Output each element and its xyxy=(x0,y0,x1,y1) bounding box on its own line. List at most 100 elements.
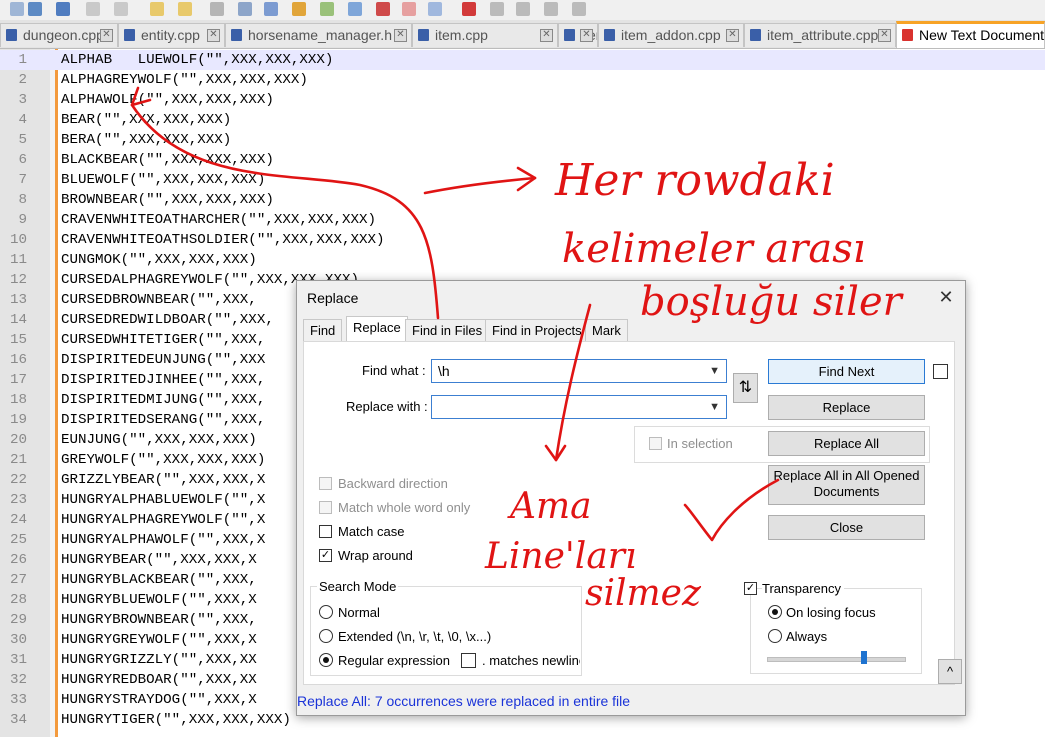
line-number: 9 xyxy=(18,212,27,228)
monitor-icon[interactable] xyxy=(428,2,442,16)
always-label: Always xyxy=(786,629,828,644)
tab-entity-cpp[interactable]: entity.cpp ✕ xyxy=(118,23,225,47)
match-whole-word-label: Match whole word only xyxy=(338,500,471,515)
close-button[interactable]: Close xyxy=(768,515,925,540)
indent-guide-icon[interactable] xyxy=(210,2,224,16)
always-radio[interactable] xyxy=(768,629,782,643)
line-number: 5 xyxy=(18,132,27,148)
transparency-slider-thumb[interactable] xyxy=(861,651,867,664)
swap-find-replace-button[interactable]: ⇅ xyxy=(733,373,758,403)
find-next-button[interactable]: Find Next xyxy=(768,359,925,384)
wrap-around-checkbox[interactable]: ✓ xyxy=(319,549,332,562)
line-number: 18 xyxy=(9,392,27,408)
replace-with-input[interactable]: ▼ xyxy=(431,395,727,419)
replace-button[interactable]: Replace xyxy=(768,395,925,420)
normal-radio[interactable] xyxy=(319,605,333,619)
tab-find-in-projects[interactable]: Find in Projects xyxy=(485,319,589,341)
save-icon[interactable] xyxy=(56,2,70,16)
file-icon xyxy=(564,29,575,41)
editor-line[interactable]: 11 CUNGMOK("",XXX,XXX,XXX) xyxy=(0,250,1045,270)
paragraph-icon[interactable] xyxy=(238,2,252,16)
bookmark-icon[interactable] xyxy=(320,2,334,16)
replace-all-button[interactable]: Replace All xyxy=(768,431,925,456)
line-text: HUNGRYGRIZZLY("",XXX,XX xyxy=(61,652,257,668)
editor-line[interactable]: 10 CRAVENWHITEOATHSOLDIER("",XXX,XXX,XXX) xyxy=(0,230,1045,250)
extended-radio[interactable] xyxy=(319,629,333,643)
find-what-input[interactable]: \h ▼ xyxy=(431,359,727,383)
tab-label: New Text Document.t xyxy=(919,27,1045,43)
tab-close-icon[interactable]: ✕ xyxy=(540,29,553,42)
word-wrap-icon[interactable] xyxy=(178,2,192,16)
tab-close-icon[interactable]: ✕ xyxy=(100,29,113,42)
line-number: 23 xyxy=(9,492,27,508)
in-selection-checkbox[interactable] xyxy=(649,437,662,450)
line-number: 28 xyxy=(9,592,27,608)
play-macro-icon[interactable] xyxy=(516,2,530,16)
editor-line[interactable]: 3 ALPHAWOLF("",XXX,XXX,XXX) xyxy=(0,90,1045,110)
line-text: CRAVENWHITEOATHARCHER("",XXX,XXX,XXX) xyxy=(61,212,377,228)
line-text: HUNGRYGREYWOLF("",XXX,X xyxy=(61,632,257,648)
line-text: HUNGRYSTRAYDOG("",XXX,X xyxy=(61,692,257,708)
tab-label: horsename_manager.h xyxy=(248,27,392,43)
record-macro-icon[interactable] xyxy=(462,2,476,16)
tab-close-icon[interactable]: ✕ xyxy=(726,29,739,42)
transparency-slider[interactable] xyxy=(767,657,906,662)
close-icon[interactable]: ✕ xyxy=(937,288,955,306)
zoom-in-icon[interactable] xyxy=(86,2,100,16)
chevron-up-icon: ^ xyxy=(946,664,954,679)
tab-close-icon[interactable]: ✕ xyxy=(580,29,593,42)
tab-item-cpp[interactable]: item.cpp ✕ xyxy=(412,23,558,47)
chevron-down-icon[interactable]: ▼ xyxy=(709,396,720,418)
editor-line[interactable]: 4 BEAR("",XXX,XXX,XXX) xyxy=(0,110,1045,130)
tab-item-h[interactable]: item.h✕ xyxy=(558,23,598,47)
line-text: HUNGRYBROWNBEAR("",XXX, xyxy=(61,612,257,628)
new-file-icon[interactable] xyxy=(10,2,24,16)
highlight-icon[interactable] xyxy=(292,2,306,16)
all-chars-icon[interactable] xyxy=(264,2,278,16)
editor-line[interactable]: 9 CRAVENWHITEOATHARCHER("",XXX,XXX,XXX) xyxy=(0,210,1045,230)
collapse-dialog-button[interactable]: ^ xyxy=(938,659,962,684)
backward-direction-checkbox[interactable] xyxy=(319,477,332,490)
function-list-icon[interactable] xyxy=(376,2,390,16)
regular-expression-radio[interactable] xyxy=(319,653,333,667)
replace-panel: Find what : \h ▼ Replace with : ▼ ⇅ Find… xyxy=(303,341,955,685)
match-case-checkbox[interactable] xyxy=(319,525,332,538)
run-macro-icon[interactable] xyxy=(544,2,558,16)
match-whole-word-checkbox[interactable] xyxy=(319,501,332,514)
folder-workspace-icon[interactable] xyxy=(402,2,416,16)
chevron-down-icon[interactable]: ▼ xyxy=(709,360,720,382)
open-file-icon[interactable] xyxy=(28,2,42,16)
editor-line[interactable]: 8 BROWNBEAR("",XXX,XXX,XXX) xyxy=(0,190,1045,210)
tab-close-icon[interactable]: ✕ xyxy=(207,29,220,42)
tab-item-addon-cpp[interactable]: item_addon.cpp ✕ xyxy=(598,23,744,47)
tab-dungeon-cpp[interactable]: dungeon.cpp ✕ xyxy=(0,23,118,47)
editor-line[interactable]: 2 ALPHAGREYWOLF("",XXX,XXX,XXX) xyxy=(0,70,1045,90)
line-text: ALPHAWOLF("",XXX,XXX,XXX) xyxy=(61,92,274,108)
line-number: 31 xyxy=(9,652,27,668)
transparency-checkbox[interactable]: ✓ xyxy=(744,582,757,595)
tab-close-icon[interactable]: ✕ xyxy=(878,29,891,42)
tab-new-text-document-t[interactable]: New Text Document.t xyxy=(896,21,1045,48)
dot-matches-newline-label: . matches newline xyxy=(482,653,580,668)
editor-line[interactable]: 7 BLUEWOLF("",XXX,XXX,XXX) xyxy=(0,170,1045,190)
zoom-out-icon[interactable] xyxy=(114,2,128,16)
document-map-icon[interactable] xyxy=(348,2,362,16)
stop-macro-icon[interactable] xyxy=(490,2,504,16)
sync-scroll-icon[interactable] xyxy=(150,2,164,16)
tab-find[interactable]: Find xyxy=(303,319,343,341)
tab-mark[interactable]: Mark xyxy=(585,319,628,341)
tab-find-in-files[interactable]: Find in Files xyxy=(405,319,490,341)
on-losing-focus-radio[interactable] xyxy=(768,605,782,619)
editor-line[interactable]: 5 BERA("",XXX,XXX,XXX) xyxy=(0,130,1045,150)
dot-matches-newline-checkbox[interactable] xyxy=(461,653,476,668)
replace-all-opened-button[interactable]: Replace All in All Opened Documents xyxy=(768,465,925,505)
editor-line[interactable]: 6 BLACKBEAR("",XXX,XXX,XXX) xyxy=(0,150,1045,170)
editor-line[interactable]: 1 ALPHAB LUEWOLF("",XXX,XXX,XXX) xyxy=(0,50,1045,70)
line-text: EUNJUNG("",XXX,XXX,XXX) xyxy=(61,432,257,448)
find-next-option-checkbox[interactable] xyxy=(933,364,948,379)
tab-item-attribute-cpp[interactable]: item_attribute.cpp ✕ xyxy=(744,23,896,47)
save-macro-icon[interactable] xyxy=(572,2,586,16)
tab-replace[interactable]: Replace xyxy=(346,316,408,342)
tab-horsename-manager-h[interactable]: horsename_manager.h ✕ xyxy=(225,23,412,47)
tab-close-icon[interactable]: ✕ xyxy=(394,29,407,42)
